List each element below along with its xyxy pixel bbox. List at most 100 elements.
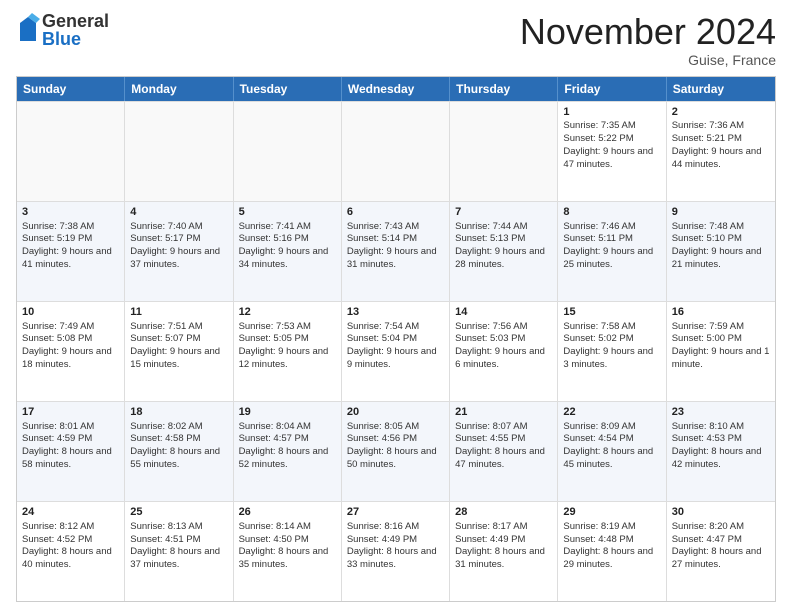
day-number: 24 (22, 505, 119, 520)
day-cell-30: 30Sunrise: 8:20 AMSunset: 4:47 PMDayligh… (667, 502, 775, 601)
day-info-line: Sunrise: 8:20 AM (672, 521, 770, 534)
header-day-thursday: Thursday (450, 77, 558, 101)
day-info-line: Sunrise: 8:05 AM (347, 421, 444, 434)
day-number: 26 (239, 505, 336, 520)
day-info-line: Sunset: 5:13 PM (455, 233, 552, 246)
calendar-row-3: 17Sunrise: 8:01 AMSunset: 4:59 PMDayligh… (17, 401, 775, 501)
day-info-line: Daylight: 9 hours and 21 minutes. (672, 246, 770, 272)
day-info-line: Daylight: 9 hours and 15 minutes. (130, 346, 227, 372)
day-info-line: Sunset: 4:54 PM (563, 433, 660, 446)
title-block: November 2024 Guise, France (520, 12, 776, 68)
day-number: 12 (239, 305, 336, 320)
header: General Blue November 2024 Guise, France (16, 12, 776, 68)
day-number: 2 (672, 105, 770, 120)
day-info-line: Daylight: 8 hours and 42 minutes. (672, 446, 770, 472)
day-info-line: Sunset: 5:14 PM (347, 233, 444, 246)
day-cell-11: 11Sunrise: 7:51 AMSunset: 5:07 PMDayligh… (125, 302, 233, 401)
day-number: 5 (239, 205, 336, 220)
day-info-line: Sunset: 5:00 PM (672, 333, 770, 346)
day-info-line: Sunset: 4:59 PM (22, 433, 119, 446)
day-info-line: Sunrise: 8:19 AM (563, 521, 660, 534)
empty-cell (234, 102, 342, 201)
day-info-line: Sunrise: 7:40 AM (130, 221, 227, 234)
day-cell-3: 3Sunrise: 7:38 AMSunset: 5:19 PMDaylight… (17, 202, 125, 301)
day-info-line: Daylight: 8 hours and 52 minutes. (239, 446, 336, 472)
header-day-saturday: Saturday (667, 77, 775, 101)
day-info-line: Daylight: 9 hours and 34 minutes. (239, 246, 336, 272)
day-number: 7 (455, 205, 552, 220)
day-info-line: Sunrise: 7:36 AM (672, 120, 770, 133)
day-cell-17: 17Sunrise: 8:01 AMSunset: 4:59 PMDayligh… (17, 402, 125, 501)
day-info-line: Sunrise: 7:54 AM (347, 321, 444, 334)
day-cell-12: 12Sunrise: 7:53 AMSunset: 5:05 PMDayligh… (234, 302, 342, 401)
day-info-line: Daylight: 8 hours and 58 minutes. (22, 446, 119, 472)
logo-general: General (42, 12, 109, 30)
header-day-sunday: Sunday (17, 77, 125, 101)
day-info-line: Sunset: 4:49 PM (347, 534, 444, 547)
day-cell-6: 6Sunrise: 7:43 AMSunset: 5:14 PMDaylight… (342, 202, 450, 301)
day-info-line: Daylight: 9 hours and 18 minutes. (22, 346, 119, 372)
day-cell-26: 26Sunrise: 8:14 AMSunset: 4:50 PMDayligh… (234, 502, 342, 601)
day-info-line: Sunrise: 7:49 AM (22, 321, 119, 334)
day-info-line: Sunrise: 7:35 AM (563, 120, 660, 133)
day-info-line: Sunset: 4:48 PM (563, 534, 660, 547)
day-info-line: Daylight: 9 hours and 47 minutes. (563, 146, 660, 172)
day-info-line: Sunset: 4:57 PM (239, 433, 336, 446)
empty-cell (17, 102, 125, 201)
day-info-line: Sunset: 5:17 PM (130, 233, 227, 246)
day-number: 11 (130, 305, 227, 320)
day-cell-13: 13Sunrise: 7:54 AMSunset: 5:04 PMDayligh… (342, 302, 450, 401)
day-number: 10 (22, 305, 119, 320)
day-number: 14 (455, 305, 552, 320)
day-cell-25: 25Sunrise: 8:13 AMSunset: 4:51 PMDayligh… (125, 502, 233, 601)
day-number: 3 (22, 205, 119, 220)
day-info-line: Sunset: 4:53 PM (672, 433, 770, 446)
day-info-line: Sunrise: 8:10 AM (672, 421, 770, 434)
day-info-line: Sunrise: 8:07 AM (455, 421, 552, 434)
day-number: 23 (672, 405, 770, 420)
day-number: 17 (22, 405, 119, 420)
day-info-line: Sunset: 5:03 PM (455, 333, 552, 346)
day-info-line: Sunrise: 8:12 AM (22, 521, 119, 534)
day-number: 20 (347, 405, 444, 420)
day-info-line: Sunset: 5:04 PM (347, 333, 444, 346)
day-info-line: Sunset: 5:21 PM (672, 133, 770, 146)
calendar-row-4: 24Sunrise: 8:12 AMSunset: 4:52 PM Dayligh… (17, 501, 775, 601)
day-info-line: Daylight: 9 hours and 1 minute. (672, 346, 770, 372)
calendar-body: 1Sunrise: 7:35 AMSunset: 5:22 PMDaylight… (17, 101, 775, 601)
day-info-line: Sunrise: 8:16 AM (347, 521, 444, 534)
day-info-line: Sunrise: 7:38 AM (22, 221, 119, 234)
empty-cell (125, 102, 233, 201)
day-info-line: Sunset: 4:49 PM (455, 534, 552, 547)
day-info-line: Daylight: 8 hours and 33 minutes. (347, 546, 444, 572)
day-info-line: Daylight: 9 hours and 12 minutes. (239, 346, 336, 372)
day-info-line: Daylight: 9 hours and 6 minutes. (455, 346, 552, 372)
day-info-line: Sunset: 4:55 PM (455, 433, 552, 446)
header-day-tuesday: Tuesday (234, 77, 342, 101)
day-info-line: Daylight: 9 hours and 41 minutes. (22, 246, 119, 272)
day-info-line: Sunrise: 7:56 AM (455, 321, 552, 334)
day-info-line: Sunrise: 8:01 AM (22, 421, 119, 434)
day-number: 13 (347, 305, 444, 320)
page: General Blue November 2024 Guise, France… (0, 0, 792, 612)
day-info-line: Daylight: 8 hours and 37 minutes. (130, 546, 227, 572)
day-info-line: Daylight: 9 hours and 3 minutes. (563, 346, 660, 372)
day-number: 21 (455, 405, 552, 420)
empty-cell (450, 102, 558, 201)
day-info-line: Sunset: 4:58 PM (130, 433, 227, 446)
day-cell-2: 2Sunrise: 7:36 AMSunset: 5:21 PMDaylight… (667, 102, 775, 201)
day-info-line: Daylight: 9 hours and 31 minutes. (347, 246, 444, 272)
day-info-line: Sunset: 5:02 PM (563, 333, 660, 346)
day-info-line: Sunset: 5:07 PM (130, 333, 227, 346)
day-number: 29 (563, 505, 660, 520)
empty-cell (342, 102, 450, 201)
day-info-line: Daylight: 8 hours and 31 minutes. (455, 546, 552, 572)
calendar-row-2: 10Sunrise: 7:49 AMSunset: 5:08 PMDayligh… (17, 301, 775, 401)
day-info-line: Sunrise: 7:41 AM (239, 221, 336, 234)
day-info-line: Sunrise: 8:13 AM (130, 521, 227, 534)
month-title: November 2024 (520, 12, 776, 52)
day-number: 25 (130, 505, 227, 520)
day-info-line: Sunset: 4:52 PM (22, 534, 119, 547)
day-info-line: Sunset: 5:22 PM (563, 133, 660, 146)
day-info-line: Sunrise: 8:14 AM (239, 521, 336, 534)
